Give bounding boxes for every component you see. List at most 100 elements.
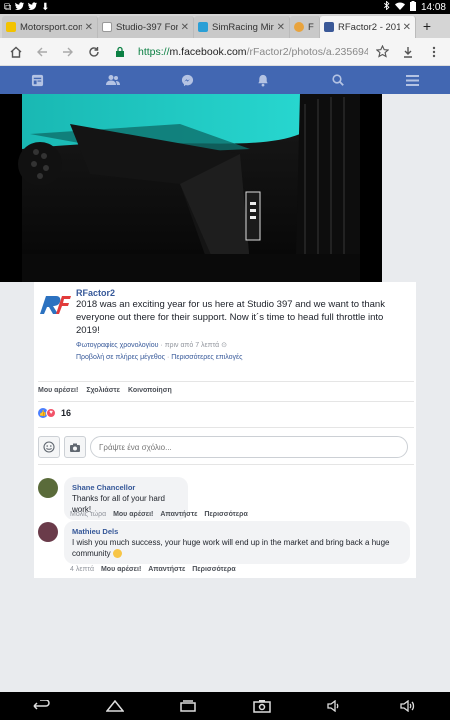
more-options-link[interactable]: Περισσότερες επιλογές (171, 354, 242, 361)
screen: ⧉ ⬇ 14:08 Motorsport.com ✕ Studio-397 Fo… (0, 0, 450, 720)
bluetooth-icon (383, 0, 390, 13)
document-favicon-icon (102, 22, 112, 32)
comment-composer (38, 436, 408, 458)
like-button[interactable]: Μου αρέσει! (38, 387, 78, 394)
timeline-photos-link[interactable]: Φωτογραφίες χρονολογίου (76, 342, 158, 349)
browser-toolbar: https:// m.facebook.com /rFactor2/photos… (0, 38, 450, 66)
heart-reaction-icon: ♥ (46, 408, 56, 418)
close-icon[interactable]: ✕ (277, 22, 285, 33)
twitter-icon (15, 1, 25, 13)
comment-more-link[interactable]: Περισσότερα (204, 511, 247, 518)
arrow-left-icon (37, 47, 47, 56)
battery-icon (409, 0, 416, 14)
comment-meta: 4 λεπτά Μου αρέσει! Απαντήστε Περισσότερ… (70, 566, 236, 573)
tab-title: SimRacing Mirro (212, 21, 274, 33)
address-bar[interactable]: https:// m.facebook.com /rFactor2/photos… (134, 42, 368, 62)
comment-bubble: Mathieu Dels I wish you much success, yo… (64, 521, 410, 564)
close-icon[interactable]: ✕ (85, 22, 93, 33)
comment-author[interactable]: Mathieu Dels (72, 526, 402, 537)
post-photo[interactable] (0, 94, 382, 282)
download-icon (404, 46, 412, 58)
comment-time[interactable]: 4 λεπτά (70, 566, 94, 573)
camera-icon (70, 443, 80, 452)
smiling-emoji-icon (112, 549, 122, 559)
status-bar: ⧉ ⬇ 14:08 (0, 0, 450, 14)
home-button[interactable] (4, 40, 28, 64)
simracing-favicon-icon (198, 22, 208, 32)
forward-button[interactable] (56, 40, 80, 64)
download-icon: ⬇ (41, 1, 50, 13)
nav-news-feed[interactable] (18, 66, 58, 94)
post-actions: Μου αρέσει! Σχολιάστε Κοινοποίηση (38, 387, 172, 394)
volume-down-nav-button[interactable] (320, 695, 350, 717)
bookmark-button[interactable] (370, 40, 394, 64)
friends-icon (105, 75, 120, 85)
comment-input[interactable] (90, 436, 408, 458)
volume-up-icon (400, 700, 415, 712)
back-nav-button[interactable] (26, 695, 56, 717)
tab-title: F (308, 21, 314, 33)
nav-messenger[interactable] (168, 66, 208, 94)
nav-notifications[interactable] (243, 66, 283, 94)
comment-author[interactable]: Shane Chancellor (72, 482, 180, 493)
comment-reply-link[interactable]: Απαντήστε (148, 566, 185, 573)
comment-reply-link[interactable]: Απαντήστε (160, 511, 197, 518)
tab-collapsed[interactable]: F (290, 16, 320, 38)
divider (38, 464, 414, 465)
android-nav-bar (0, 692, 450, 720)
tab-studio397[interactable]: Studio-397 Foru ✕ (98, 16, 194, 38)
facebook-favicon-icon (324, 22, 334, 32)
volume-up-nav-button[interactable] (394, 695, 424, 717)
url-path: /rFactor2/photos/a.2356945198148 (246, 45, 368, 58)
comment-like-link[interactable]: Μου αρέσει! (101, 566, 141, 573)
avatar[interactable] (38, 478, 58, 498)
comment-time[interactable]: Μόλις τώρα (70, 511, 106, 518)
reactions-summary[interactable]: 👍 ♥ 16 (38, 408, 71, 418)
url-scheme: https:// (138, 45, 170, 58)
reload-button[interactable] (82, 40, 106, 64)
comment-more-link[interactable]: Περισσότερα (192, 566, 235, 573)
post-links: Προβολή σε πλήρες μέγεθος · Περισσότερες… (76, 354, 243, 361)
post-time[interactable]: πριν από 7 λεπτά (165, 342, 220, 349)
home-nav-button[interactable] (100, 695, 130, 717)
tab-strip: Motorsport.com ✕ Studio-397 Foru ✕ SimRa… (0, 14, 450, 38)
back-button[interactable] (30, 40, 54, 64)
tab-motorsport[interactable]: Motorsport.com ✕ (2, 16, 98, 38)
divider (38, 381, 414, 382)
sticker-button[interactable] (38, 436, 60, 458)
star-icon (375, 45, 389, 58)
window-icon: ⧉ (4, 1, 12, 13)
wifi-icon (394, 2, 405, 13)
recents-nav-button[interactable] (173, 695, 203, 717)
comment-button[interactable]: Σχολιάστε (86, 387, 120, 394)
share-button[interactable]: Κοινοποίηση (128, 387, 172, 394)
volume-down-icon (327, 700, 339, 712)
comment-like-link[interactable]: Μου αρέσει! (113, 511, 153, 518)
tab-simracing[interactable]: SimRacing Mirro ✕ (194, 16, 290, 38)
race-car-photo (0, 94, 382, 282)
globe-icon: ⊙ (221, 342, 228, 349)
reload-icon (89, 46, 99, 57)
messenger-icon (181, 74, 194, 86)
download-button[interactable] (396, 40, 420, 64)
photo-button[interactable] (64, 436, 86, 458)
nav-menu[interactable] (393, 66, 433, 94)
view-full-size-link[interactable]: Προβολή σε πλήρες μέγεθος (76, 354, 165, 361)
menu-button[interactable] (422, 40, 446, 64)
new-tab-button[interactable]: + (416, 18, 438, 34)
lock-icon (116, 46, 124, 57)
post-card: RFactor2 2018 was an exciting year for u… (34, 282, 416, 494)
close-icon[interactable]: ✕ (403, 22, 411, 33)
close-icon[interactable]: ✕ (181, 22, 189, 33)
comment-meta: Μόλις τώρα Μου αρέσει! Απαντήστε Περισσό… (70, 511, 248, 518)
tab-title: Motorsport.com (20, 21, 82, 33)
lock-button[interactable] (108, 40, 132, 64)
nav-friends[interactable] (93, 66, 133, 94)
avatar[interactable] (38, 522, 58, 542)
post-author[interactable]: RFactor2 (76, 288, 115, 298)
rfactor2-logo-icon[interactable] (38, 292, 72, 320)
nav-search[interactable] (318, 66, 358, 94)
tab-rfactor2[interactable]: RFactor2 - 2018 ✕ (320, 16, 416, 38)
screenshot-nav-button[interactable] (247, 695, 277, 717)
home-icon (10, 46, 22, 58)
